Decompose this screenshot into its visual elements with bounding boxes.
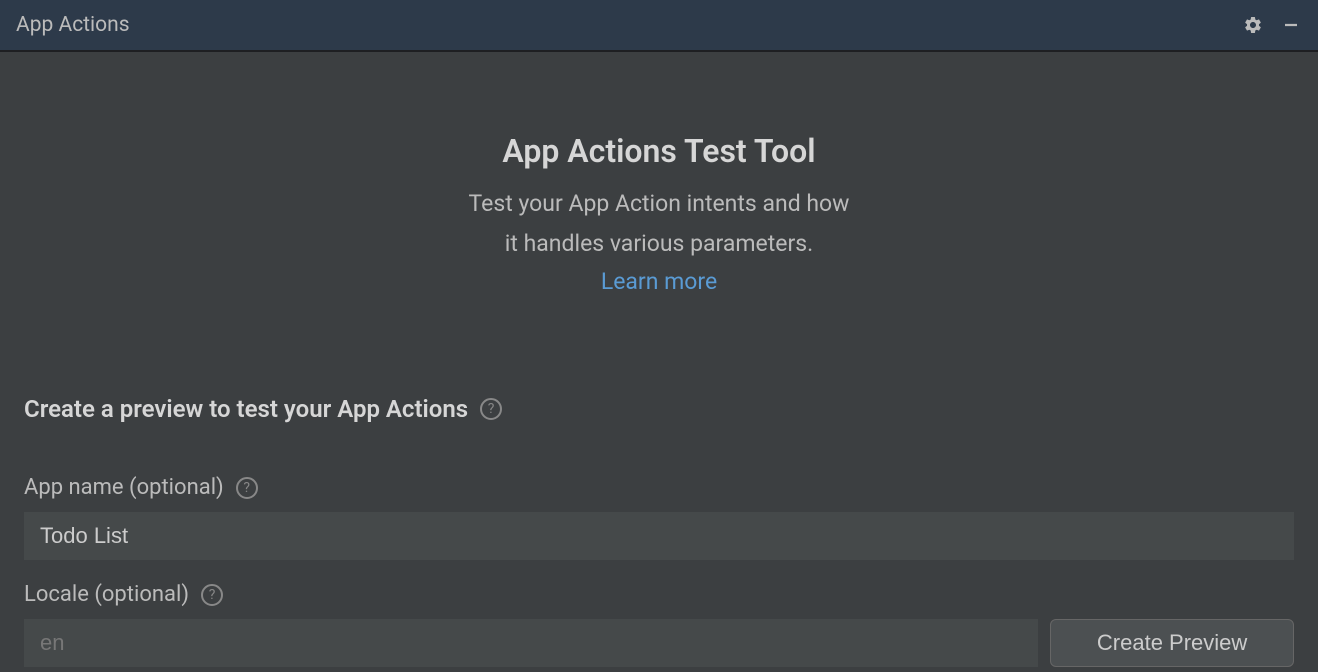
hero-section: App Actions Test Tool Test your App Acti… — [0, 52, 1318, 315]
app-name-label: App name (optional) — [24, 475, 224, 500]
create-preview-button[interactable]: Create Preview — [1050, 619, 1294, 667]
locale-field: Locale (optional) ? Create Preview — [24, 582, 1294, 667]
section-header: Create a preview to test your App Action… — [24, 395, 1294, 423]
minimize-icon[interactable] — [1280, 14, 1302, 36]
help-icon[interactable]: ? — [480, 398, 502, 420]
help-icon[interactable]: ? — [236, 477, 258, 499]
locale-label: Locale (optional) — [24, 582, 189, 607]
gear-icon[interactable] — [1242, 14, 1264, 36]
locale-input[interactable] — [24, 619, 1038, 667]
locale-row: Create Preview — [24, 619, 1294, 667]
title-bar: App Actions — [0, 0, 1318, 52]
learn-more-link[interactable]: Learn more — [601, 268, 717, 295]
form-section: Create a preview to test your App Action… — [0, 315, 1318, 667]
app-name-input[interactable] — [24, 512, 1294, 560]
app-name-field: App name (optional) ? — [24, 475, 1294, 560]
hero-description-line1: Test your App Action intents and how — [20, 188, 1298, 220]
title-bar-actions — [1242, 14, 1302, 36]
content-area: App Actions Test Tool Test your App Acti… — [0, 52, 1318, 667]
locale-label-row: Locale (optional) ? — [24, 582, 1294, 607]
help-icon[interactable]: ? — [201, 584, 223, 606]
hero-title: App Actions Test Tool — [20, 132, 1298, 170]
section-title: Create a preview to test your App Action… — [24, 395, 468, 423]
hero-description-line2: it handles various parameters. — [20, 228, 1298, 260]
app-name-label-row: App name (optional) ? — [24, 475, 1294, 500]
panel-title: App Actions — [16, 13, 130, 37]
